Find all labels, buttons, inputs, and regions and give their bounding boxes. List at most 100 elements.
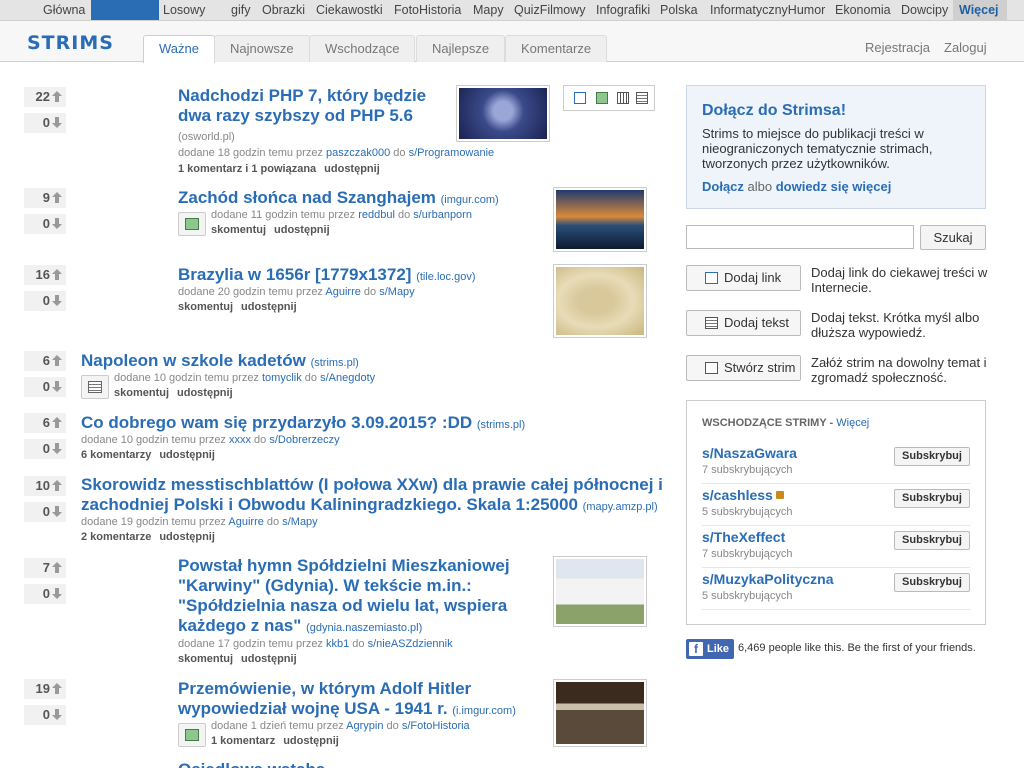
author-link[interactable]: Aguirre (325, 286, 360, 298)
comments-link[interactable]: 2 komentarze (81, 531, 151, 543)
post-title[interactable]: Powstał hymn Spółdzielni Mieszkaniowej "… (178, 556, 523, 638)
strim-name-link[interactable]: s/NaszaGwara (702, 445, 797, 461)
post-domain[interactable]: (strims.pl) (311, 357, 359, 369)
author-link[interactable]: Agrypin (346, 720, 383, 732)
post-domain[interactable]: (mapy.amzp.pl) (583, 501, 658, 513)
topnav-mapy[interactable]: Mapy (467, 0, 510, 20)
upvote-button[interactable]: 19 (24, 679, 66, 699)
post-thumbnail[interactable] (553, 679, 647, 747)
link-view-icon[interactable] (574, 92, 586, 104)
post-thumbnail[interactable] (553, 556, 647, 627)
share-link[interactable]: udostępnij (283, 735, 339, 747)
topnav-infografiki[interactable]: Infografiki (590, 0, 656, 20)
post-thumbnail[interactable] (553, 187, 647, 252)
upvote-button[interactable]: 10 (24, 476, 66, 496)
subscribe-button[interactable]: Subskrybuj (894, 531, 970, 550)
share-link[interactable]: udostępnij (241, 301, 297, 313)
comments-link[interactable]: 6 komentarzy (81, 449, 151, 461)
share-link[interactable]: udostępnij (177, 387, 233, 399)
tab-najlepsze[interactable]: Najlepsze (416, 35, 506, 62)
create-strim-button[interactable]: Stwórz strim (686, 355, 801, 381)
post-domain[interactable]: (osworld.pl) (178, 131, 235, 143)
text-view-icon[interactable] (636, 92, 648, 104)
image-type-icon[interactable] (178, 723, 206, 747)
share-link[interactable]: udostępnij (159, 449, 215, 461)
register-link[interactable]: Rejestracja (865, 40, 930, 55)
share-link[interactable]: udostępnij (324, 163, 380, 175)
downvote-button[interactable]: 0 (24, 377, 66, 397)
upvote-button[interactable]: 6 (24, 413, 66, 433)
comments-link[interactable]: skomentuj (211, 224, 266, 236)
topnav-ekonomia[interactable]: Ekonomia (829, 0, 897, 20)
downvote-button[interactable]: 0 (24, 291, 66, 311)
subscribe-button[interactable]: Subskrybuj (894, 489, 970, 508)
topnav-ciekawostki[interactable]: Ciekawostki (310, 0, 389, 20)
topnav-wszystkie[interactable]: Wszystkie (91, 0, 160, 20)
text-type-icon[interactable] (81, 375, 109, 399)
comments-link[interactable]: skomentuj (178, 301, 233, 313)
video-view-icon[interactable] (617, 92, 629, 104)
rising-more-link[interactable]: Więcej (836, 417, 869, 429)
strim-link[interactable]: s/urbanporn (413, 209, 472, 221)
author-link[interactable]: reddbul (358, 209, 395, 221)
post-title[interactable]: Osiedlowa wataha (178, 760, 523, 768)
topnav-dowcipy[interactable]: Dowcipy (895, 0, 954, 20)
post-title[interactable]: Napoleon w szkole kadetów (strims.pl) (81, 351, 481, 373)
tab-wazne[interactable]: Ważne (143, 35, 215, 63)
topnav-gify[interactable]: gify (225, 0, 256, 20)
share-link[interactable]: udostępnij (241, 653, 297, 665)
comments-link[interactable]: skomentuj (178, 653, 233, 665)
author-link[interactable]: kkb1 (326, 638, 349, 650)
share-link[interactable]: udostępnij (274, 224, 330, 236)
strim-link[interactable]: s/FotoHistoria (402, 720, 470, 732)
downvote-button[interactable]: 0 (24, 502, 66, 522)
post-domain[interactable]: (imgur.com) (441, 194, 499, 206)
topnav-losowy[interactable]: Losowy (157, 0, 211, 20)
upvote-button[interactable]: 22 (24, 87, 66, 107)
topnav-glowna[interactable]: Główna (37, 0, 91, 20)
strim-link[interactable]: s/Mapy (379, 286, 414, 298)
strim-link[interactable]: s/Dobrerzeczy (269, 434, 339, 446)
upvote-button[interactable]: 7 (24, 558, 66, 578)
strim-name-link[interactable]: s/MuzykaPolityczna (702, 571, 834, 587)
topnav-more[interactable]: Więcej (953, 0, 1007, 20)
add-link-button[interactable]: Dodaj link (686, 265, 801, 291)
topnav-obrazki[interactable]: Obrazki (256, 0, 311, 20)
upvote-button[interactable]: 6 (24, 351, 66, 371)
author-link[interactable]: paszczak000 (326, 147, 390, 159)
upvote-button[interactable]: 9 (24, 188, 66, 208)
post-title[interactable]: Nadchodzi PHP 7, który będzie dwa razy s… (178, 86, 448, 126)
post-title[interactable]: Przemówienie, w którym Adolf Hitler wypo… (178, 679, 523, 721)
post-domain[interactable]: (strims.pl) (477, 419, 525, 431)
comments-link[interactable]: skomentuj (114, 387, 169, 399)
downvote-button[interactable]: 0 (24, 113, 66, 133)
post-title[interactable]: Brazylia w 1656r [1779x1372] (tile.loc.g… (178, 265, 538, 287)
search-input[interactable] (686, 225, 914, 249)
upvote-button[interactable]: 16 (24, 265, 66, 285)
join-link[interactable]: Dołącz (702, 179, 744, 194)
post-domain[interactable]: (i.imgur.com) (452, 705, 516, 717)
strim-link[interactable]: s/Programowanie (409, 147, 495, 159)
topnav-fotohistoria[interactable]: FotoHistoria (388, 0, 467, 20)
share-link[interactable]: udostępnij (159, 531, 215, 543)
post-thumbnail[interactable] (553, 264, 647, 338)
author-link[interactable]: xxxx (229, 434, 251, 446)
strim-name-link[interactable]: s/cashless (702, 487, 784, 503)
post-domain[interactable]: (gdynia.naszemiasto.pl) (306, 622, 422, 634)
strim-link[interactable]: s/nieASZdziennik (368, 638, 453, 650)
add-text-button[interactable]: Dodaj tekst (686, 310, 801, 336)
strim-link[interactable]: s/Mapy (282, 516, 317, 528)
post-domain[interactable]: (tile.loc.gov) (416, 271, 475, 283)
search-button[interactable]: Szukaj (920, 225, 986, 250)
image-type-icon[interactable] (178, 212, 206, 236)
image-view-icon[interactable] (596, 92, 608, 104)
downvote-button[interactable]: 0 (24, 439, 66, 459)
facebook-like-button[interactable]: f Like (686, 639, 734, 659)
topnav-informatycznyhumor[interactable]: InformatycznyHumor (704, 0, 831, 20)
author-link[interactable]: Aguirre (228, 516, 263, 528)
downvote-button[interactable]: 0 (24, 584, 66, 604)
strim-name-link[interactable]: s/TheXeffect (702, 529, 785, 545)
subscribe-button[interactable]: Subskrybuj (894, 573, 970, 592)
topnav-quizfilmowy[interactable]: QuizFilmowy (508, 0, 592, 20)
downvote-button[interactable]: 0 (24, 705, 66, 725)
